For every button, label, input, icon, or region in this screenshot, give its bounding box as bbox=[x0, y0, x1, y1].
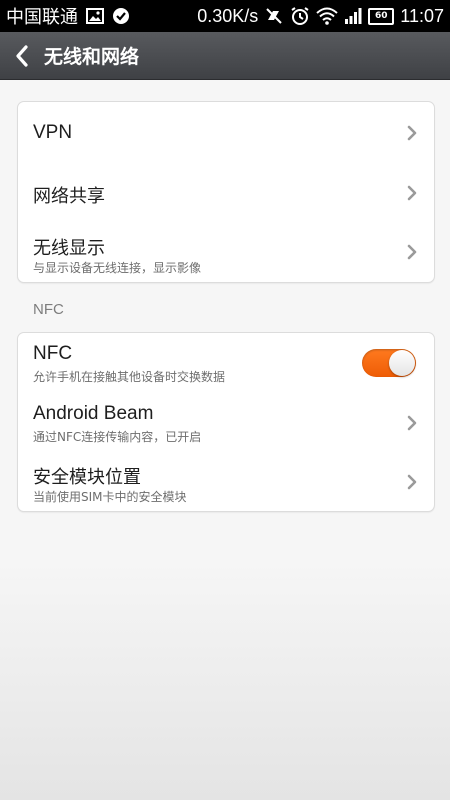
settings-group-nfc: NFC 允许手机在接触其他设备时交换数据 Android Beam 通过NFC连… bbox=[17, 332, 435, 512]
carrier-name: 中国联通 bbox=[6, 7, 78, 27]
signal-icon bbox=[344, 8, 362, 24]
alarm-icon bbox=[290, 6, 310, 26]
wireless-display-subtitle: 与显示设备无线连接，显示影像 bbox=[33, 261, 202, 275]
wifi-icon bbox=[316, 7, 338, 25]
back-arrow-icon bbox=[16, 44, 28, 67]
nfc-item[interactable]: NFC 允许手机在接触其他设备时交换数据 bbox=[18, 333, 434, 393]
chevron-right-icon bbox=[407, 474, 417, 490]
toggle-knob bbox=[389, 350, 415, 376]
chevron-right-icon bbox=[407, 185, 417, 201]
network-speed: 0.30K/s bbox=[197, 5, 259, 26]
action-bar: 无线和网络 bbox=[0, 32, 450, 80]
battery-icon: 60 bbox=[368, 7, 395, 25]
section-header-nfc: NFC bbox=[33, 301, 64, 318]
vpn-title: VPN bbox=[33, 122, 73, 143]
clock: 11:07 bbox=[400, 5, 444, 26]
secure-element-title: 安全模块位置 bbox=[33, 467, 141, 488]
settings-group-general: VPN 网络共享 无线显示 与显示设备无线连接，显示影像 bbox=[17, 101, 435, 283]
status-bar: 中国联通 0.30K/s 60 11:07 bbox=[0, 0, 450, 32]
back-button[interactable] bbox=[0, 32, 44, 80]
chevron-right-icon bbox=[407, 415, 417, 431]
wireless-display-item[interactable]: 无线显示 与显示设备无线连接，显示影像 bbox=[18, 222, 434, 282]
chevron-right-icon bbox=[407, 125, 417, 141]
check-circle-icon bbox=[112, 7, 130, 25]
nfc-toggle[interactable] bbox=[362, 349, 416, 377]
android-beam-item[interactable]: Android Beam 通过NFC连接传输内容，已开启 bbox=[18, 393, 434, 453]
nfc-subtitle: 允许手机在接触其他设备时交换数据 bbox=[33, 370, 226, 384]
image-icon bbox=[86, 8, 104, 24]
nfc-title: NFC bbox=[33, 343, 73, 364]
no-sync-icon bbox=[264, 7, 284, 25]
battery-level: 60 bbox=[375, 11, 388, 21]
android-beam-subtitle: 通过NFC连接传输内容，已开启 bbox=[33, 430, 202, 444]
tethering-item[interactable]: 网络共享 bbox=[18, 164, 434, 222]
wireless-display-title: 无线显示 bbox=[33, 238, 105, 259]
tethering-title: 网络共享 bbox=[33, 186, 105, 207]
vpn-item[interactable]: VPN bbox=[18, 102, 434, 164]
chevron-right-icon bbox=[407, 244, 417, 260]
page-title: 无线和网络 bbox=[44, 46, 140, 68]
secure-element-subtitle: 当前使用SIM卡中的安全模块 bbox=[33, 490, 187, 504]
secure-element-item[interactable]: 安全模块位置 当前使用SIM卡中的安全模块 bbox=[18, 453, 434, 511]
android-beam-title: Android Beam bbox=[33, 403, 154, 424]
